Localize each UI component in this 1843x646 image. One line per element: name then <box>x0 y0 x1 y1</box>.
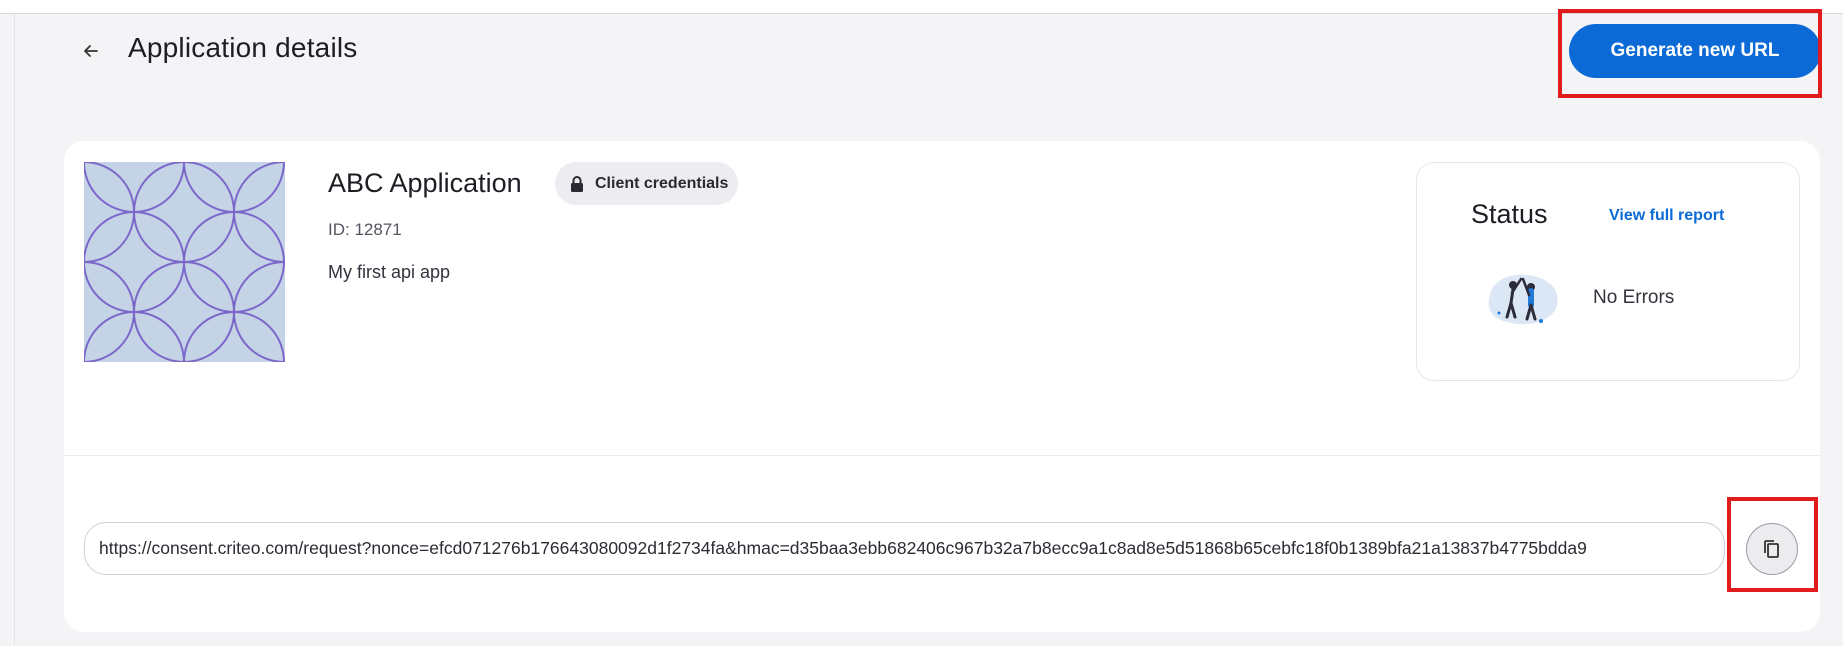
status-text: No Errors <box>1593 287 1675 308</box>
consent-url-field[interactable] <box>84 522 1725 575</box>
lock-icon <box>571 175 583 192</box>
generate-new-url-button[interactable]: Generate new URL <box>1569 24 1821 78</box>
page-title: Application details <box>128 32 358 63</box>
badge-label: Client credentials <box>595 174 729 192</box>
status-title: Status <box>1471 199 1548 229</box>
client-credentials-badge: Client credentials <box>555 162 738 205</box>
copy-icon <box>1764 540 1779 558</box>
back-button[interactable] <box>76 36 106 66</box>
application-image <box>84 162 285 362</box>
copy-url-button[interactable] <box>1746 523 1798 575</box>
application-name: ABC Application <box>328 168 522 198</box>
top-bar <box>0 0 1843 14</box>
application-description: My first api app <box>328 262 451 282</box>
high-five-illustration <box>1488 274 1558 325</box>
application-id: ID: 12871 <box>328 220 402 239</box>
view-full-report-link[interactable]: View full report <box>1609 207 1724 225</box>
arrow-left-icon <box>84 45 98 57</box>
card-divider <box>64 455 1820 456</box>
status-card: Status View full report No Errors <box>1416 162 1800 381</box>
